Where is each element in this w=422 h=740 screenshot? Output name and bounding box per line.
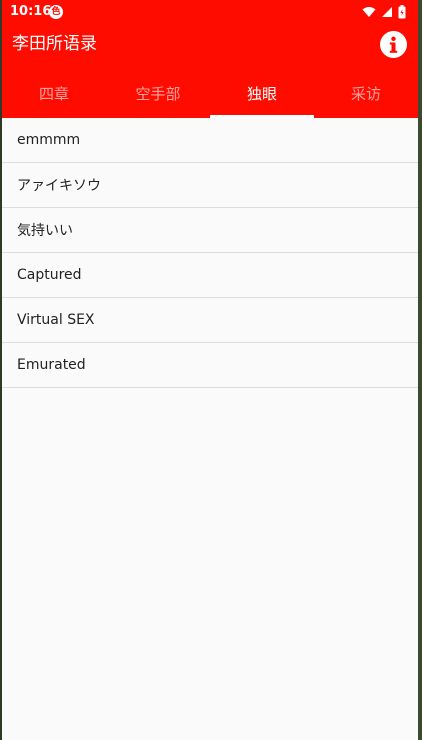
list-item[interactable]: Virtual SEX bbox=[2, 298, 418, 343]
quote-list: emmmm アァイキソウ 気持いい Captured Virtual SEX E… bbox=[2, 118, 418, 388]
list-item[interactable]: Emurated bbox=[2, 343, 418, 388]
tab-label: 空手部 bbox=[135, 84, 181, 103]
tab-label: 采访 bbox=[350, 84, 381, 103]
battery-icon bbox=[398, 5, 406, 19]
right-edge-strip bbox=[418, 0, 422, 740]
tab-bar: 四章 空手部 独眼 采访 bbox=[2, 68, 418, 118]
list-item[interactable]: アァイキソウ bbox=[2, 163, 418, 208]
list-item-label: 気持いい bbox=[17, 223, 73, 239]
list-item-label: emmmm bbox=[17, 132, 81, 148]
list-item-label: Emurated bbox=[17, 357, 86, 373]
list-item[interactable]: Captured bbox=[2, 253, 418, 298]
tab-label: 独眼 bbox=[246, 84, 277, 103]
status-time: 10:16 bbox=[10, 4, 52, 19]
cellular-signal-icon bbox=[382, 7, 392, 17]
tab-label: 四章 bbox=[38, 84, 69, 103]
toolbar-title: 李田所语录 bbox=[12, 34, 97, 54]
app-bar: 10:16 色 李田所语录 四章 空手部 独眼 采访 bbox=[2, 0, 418, 118]
tab-duyan[interactable]: 独眼 bbox=[210, 68, 314, 118]
list-item-label: Captured bbox=[17, 267, 82, 283]
info-button[interactable] bbox=[380, 31, 407, 58]
list-item-label: Virtual SEX bbox=[17, 312, 95, 328]
app-screen: 10:16 色 李田所语录 四章 空手部 独眼 采访 emmmm アァイキソウ … bbox=[2, 0, 418, 740]
list-item[interactable]: emmmm bbox=[2, 118, 418, 163]
tab-kongshoubu[interactable]: 空手部 bbox=[106, 68, 210, 118]
status-bar: 10:16 色 bbox=[2, 0, 418, 24]
list-item[interactable]: 気持いい bbox=[2, 208, 418, 253]
info-icon bbox=[389, 36, 398, 53]
status-icons bbox=[362, 4, 406, 20]
tab-caifang[interactable]: 采访 bbox=[314, 68, 418, 118]
notification-app-icon: 色 bbox=[49, 5, 63, 19]
list-item-label: アァイキソウ bbox=[17, 178, 101, 194]
tab-sizhang[interactable]: 四章 bbox=[2, 68, 106, 118]
wifi-icon bbox=[362, 7, 376, 17]
